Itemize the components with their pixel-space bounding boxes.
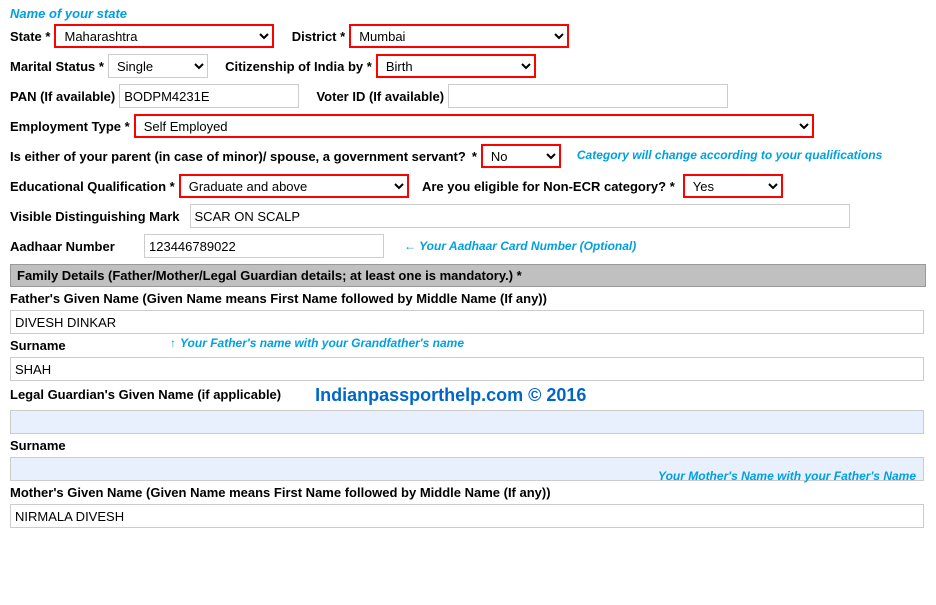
state-annotation-title: Name of your state bbox=[10, 6, 127, 21]
pan-input[interactable] bbox=[119, 84, 299, 108]
marital-citizenship-row: Marital Status * SingleMarriedDivorcedWi… bbox=[10, 54, 926, 78]
govt-select[interactable]: NoYes bbox=[481, 144, 561, 168]
father-given-label: Father's Given Name (Given Name means Fi… bbox=[10, 291, 926, 306]
mark-row: Visible Distinguishing Mark bbox=[10, 204, 926, 228]
mother-given-input[interactable] bbox=[10, 504, 924, 528]
father-given-input[interactable] bbox=[10, 310, 924, 334]
citizenship-select[interactable]: BirthDescentRegistration bbox=[376, 54, 536, 78]
pan-voter-row: PAN (If available) Voter ID (If availabl… bbox=[10, 84, 926, 108]
state-label: State * bbox=[10, 29, 50, 44]
edu-select[interactable]: Graduate and above10th Pass12th PassBelo… bbox=[179, 174, 409, 198]
ecr-select[interactable]: YesNo bbox=[683, 174, 783, 198]
father-surname-row bbox=[10, 357, 926, 381]
category-annotation: Category will change according to your q… bbox=[577, 148, 882, 164]
father-name-annotation: ↑ Your Father's name with your Grandfath… bbox=[170, 336, 464, 350]
mother-given-row bbox=[10, 504, 926, 528]
guardian-surname-label: Surname bbox=[10, 438, 926, 453]
employment-select[interactable]: Self EmployedSalariedStudentRetiredHomem… bbox=[134, 114, 814, 138]
father-given-row: ↑ Your Father's name with your Grandfath… bbox=[10, 310, 926, 334]
state-select[interactable]: MaharashtraDelhiGujaratKarnataka bbox=[54, 24, 274, 48]
aadhaar-row: Aadhaar Number ← Your Aadhaar Card Numbe… bbox=[10, 234, 926, 258]
father-surname-label: Surname bbox=[10, 338, 926, 353]
aadhaar-label: Aadhaar Number bbox=[10, 239, 140, 254]
aadhaar-input[interactable] bbox=[144, 234, 384, 258]
guardian-given-row bbox=[10, 410, 926, 434]
pan-label: PAN (If available) bbox=[10, 89, 115, 104]
state-district-row: State * MaharashtraDelhiGujaratKarnataka… bbox=[10, 24, 926, 48]
employment-row: Employment Type * Self EmployedSalariedS… bbox=[10, 114, 926, 138]
govt-servant-row: Is either of your parent (in case of min… bbox=[10, 144, 926, 168]
edu-label: Educational Qualification * bbox=[10, 179, 175, 194]
father-surname-input[interactable] bbox=[10, 357, 924, 381]
marital-label: Marital Status * bbox=[10, 59, 104, 74]
voter-label: Voter ID (If available) bbox=[316, 89, 444, 104]
marital-select[interactable]: SingleMarriedDivorcedWidowed bbox=[108, 54, 208, 78]
guardian-given-input[interactable] bbox=[10, 410, 924, 434]
guardian-given-label: Legal Guardian's Given Name (if applicab… bbox=[10, 387, 281, 402]
employment-label: Employment Type * bbox=[10, 119, 130, 134]
citizenship-label: Citizenship of India by * bbox=[225, 59, 372, 74]
edu-ecr-row: Educational Qualification * Graduate and… bbox=[10, 174, 926, 198]
form-page: Name of your state State * MaharashtraDe… bbox=[0, 0, 936, 542]
mark-label: Visible Distinguishing Mark bbox=[10, 209, 180, 224]
govt-question-label: Is either of your parent (in case of min… bbox=[10, 149, 466, 164]
mother-surname-annotation: Your Mother's Name with your Father's Na… bbox=[658, 469, 916, 483]
mark-input[interactable] bbox=[190, 204, 850, 228]
guardian-label-row: Legal Guardian's Given Name (if applicab… bbox=[10, 385, 926, 406]
aadhaar-annotation: ← Your Aadhaar Card Number (Optional) bbox=[404, 239, 636, 253]
district-select[interactable]: MumbaiPuneNashik bbox=[349, 24, 569, 48]
mother-given-label: Mother's Given Name (Given Name means Fi… bbox=[10, 485, 926, 500]
watermark: Indianpassporthelp.com © 2016 bbox=[315, 385, 586, 406]
family-header: Family Details (Father/Mother/Legal Guar… bbox=[10, 264, 926, 287]
ecr-label: Are you eligible for Non-ECR category? * bbox=[422, 179, 675, 194]
voter-input[interactable] bbox=[448, 84, 728, 108]
district-label: District * bbox=[292, 29, 345, 44]
guardian-surname-row: Your Mother's Name with your Father's Na… bbox=[10, 457, 926, 481]
